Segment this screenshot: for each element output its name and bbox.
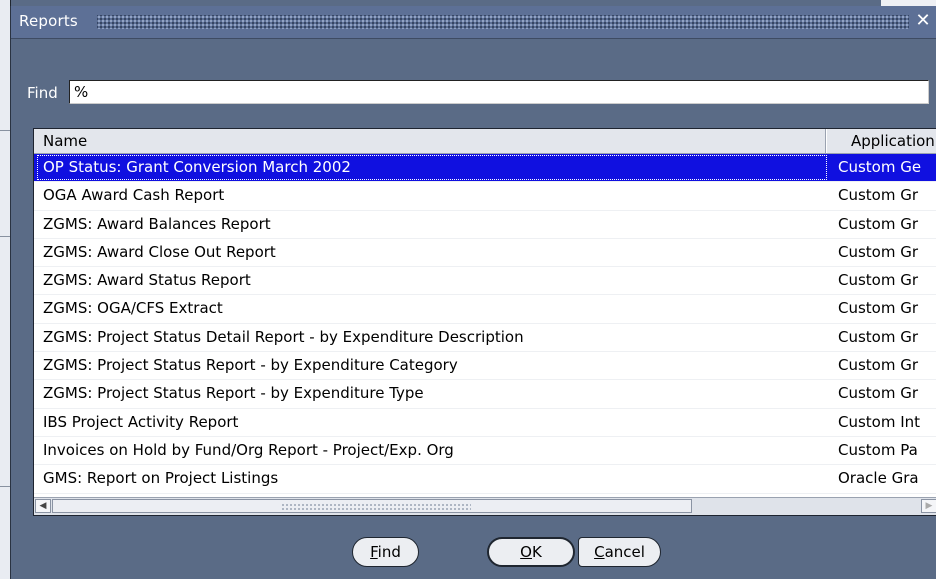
arrow-right-icon[interactable]: ▶	[921, 499, 936, 513]
list-item[interactable]: ZGMS: Project Status Detail Report - by …	[34, 324, 936, 353]
horizontal-scrollbar[interactable]: ◀ ▶	[34, 497, 936, 515]
scrollbar-thumb[interactable]	[52, 499, 692, 513]
reports-list[interactable]: Name Application OP Status: Grant Conver…	[33, 128, 936, 516]
list-item[interactable]: ZGMS: Award Balances Report Custom Gr	[34, 211, 936, 239]
find-button-mnemonic: F	[370, 543, 378, 561]
ok-button[interactable]: OK	[487, 537, 575, 567]
list-item[interactable]: OP Status: Grant Conversion March 2002 Cu…	[34, 154, 936, 183]
report-application: Custom Gr	[838, 186, 919, 205]
report-application: Custom Pa	[838, 440, 918, 459]
find-button-label: ind	[377, 543, 401, 561]
report-name: IBS Project Activity Report	[43, 412, 239, 431]
ok-button-label: K	[531, 543, 542, 561]
report-application: Custom Gr	[838, 327, 919, 346]
report-name: OGA Award Cash Report	[43, 186, 225, 205]
column-header-name[interactable]: Name	[34, 129, 826, 153]
report-application: Custom Gr	[838, 214, 919, 233]
ok-button-mnemonic: O	[520, 543, 532, 561]
report-name: ZGMS: Award Status Report	[43, 271, 251, 290]
find-button[interactable]: Find	[352, 537, 419, 567]
background-divider	[0, 486, 10, 487]
report-application: Custom Ge	[838, 158, 922, 176]
report-name: ZGMS: Project Status Report - by Expendi…	[43, 356, 458, 375]
list-item[interactable]: ZGMS: OGA/CFS Extract Custom Gr	[34, 295, 936, 324]
list-item[interactable]: ZGMS: Award Status Report Custom Gr	[34, 267, 936, 296]
list-item[interactable]: GMS: Report on Project Listings Oracle Gr…	[34, 465, 936, 494]
list-item[interactable]: ZGMS: Award Close Out Report Custom Gr	[34, 239, 936, 268]
report-application: Custom Int	[838, 412, 921, 431]
report-name: GMS: Report on Project Listings	[43, 469, 279, 488]
report-application: Custom Gr	[838, 299, 919, 318]
close-icon[interactable]: ✕	[913, 10, 933, 32]
report-application: Custom Gr	[838, 384, 919, 403]
list-item[interactable]: ZGMS: Project Status Report - by Expendi…	[34, 352, 936, 381]
column-header-application[interactable]: Application	[826, 129, 936, 153]
background-divider	[0, 130, 10, 131]
find-input[interactable]	[69, 80, 929, 104]
arrow-left-icon[interactable]: ◀	[35, 499, 51, 513]
dialog-title: Reports	[19, 12, 78, 30]
cancel-button-label: ancel	[604, 543, 645, 561]
report-name: ZGMS: Award Close Out Report	[43, 242, 276, 261]
find-label: Find	[27, 84, 58, 102]
report-name: ZGMS: Project Status Detail Report - by …	[43, 327, 524, 346]
report-name: Invoices on Hold by Fund/Org Report - Pr…	[43, 440, 454, 459]
list-item[interactable]: OGA Award Cash Report Custom Gr	[34, 182, 936, 211]
report-application: Custom Gr	[838, 356, 919, 375]
list-item[interactable]: IBS Project Activity Report Custom Int	[34, 409, 936, 437]
cancel-button-mnemonic: C	[594, 543, 605, 561]
title-bar-grip	[97, 15, 909, 29]
title-bar[interactable]: Reports ✕	[11, 6, 936, 39]
report-name: ZGMS: OGA/CFS Extract	[43, 299, 223, 318]
reports-dialog: Reports ✕ Find Name Application OP Statu…	[10, 6, 936, 579]
list-rows: OP Status: Grant Conversion March 2002 Cu…	[34, 154, 936, 494]
report-name: ZGMS: Project Status Report - by Expendi…	[43, 384, 424, 403]
scrollbar-grip	[281, 503, 471, 510]
report-name: ZGMS: Award Balances Report	[43, 214, 271, 233]
report-application: Custom Gr	[838, 242, 919, 261]
report-application: Oracle Gra	[838, 469, 919, 488]
list-item[interactable]: ZGMS: Project Status Report - by Expendi…	[34, 380, 936, 409]
background-divider	[0, 236, 10, 237]
cancel-button[interactable]: Cancel	[578, 537, 661, 567]
list-item[interactable]: Invoices on Hold by Fund/Org Report - Pr…	[34, 437, 936, 466]
list-header: Name Application	[34, 129, 936, 154]
report-name: OP Status: Grant Conversion March 2002	[36, 154, 828, 181]
report-application: Custom Gr	[838, 271, 919, 290]
